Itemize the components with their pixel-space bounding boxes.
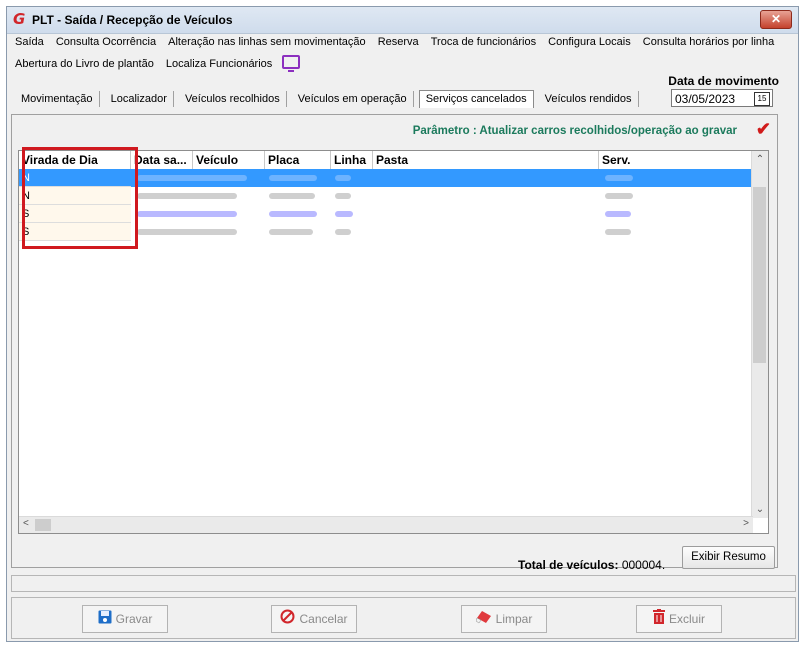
cancelar-button[interactable]: Cancelar [271,605,357,633]
date-field[interactable]: 03/05/2023 15 [671,89,773,107]
blurred-cell [335,229,351,235]
blurred-cell [605,175,633,181]
date-value: 03/05/2023 [675,92,736,106]
blurred-cell [137,229,237,235]
horizontal-scrollbar[interactable]: < > [19,516,753,533]
blurred-cell [335,175,351,181]
floppy-disk-icon [98,607,112,633]
blurred-cell [335,211,353,217]
window-title: PLT - Saída / Recepção de Veículos [32,13,233,27]
menu-consulta-horarios[interactable]: Consulta horários por linha [643,36,774,48]
monitor-icon[interactable] [282,55,301,72]
menu-consulta-ocorrencia[interactable]: Consulta Ocorrência [56,36,156,48]
menu-troca-funcionarios[interactable]: Troca de funcionários [431,36,536,48]
menu-localiza-funcionarios[interactable]: Localiza Funcionários [166,58,272,70]
cancelar-label: Cancelar [299,612,348,626]
scroll-down-icon[interactable]: ⌄ [752,504,768,515]
tab-panel: Parâmetro : Atualizar carros recolhidos/… [11,114,778,572]
limpar-label: Limpar [495,612,533,626]
eraser-icon [475,607,492,633]
highlight-box [22,147,138,249]
tab-veiculos-rendidos[interactable]: Veículos rendidos [539,91,639,107]
blurred-cell [137,175,247,181]
blurred-cell [269,211,317,217]
menu-reserva[interactable]: Reserva [378,36,419,48]
col-serv[interactable]: Serv. [599,151,753,169]
blurred-cell [605,229,631,235]
blurred-cell [137,193,237,199]
calendar-icon[interactable]: 15 [754,92,770,106]
main-window: G PLT - Saída / Recepção de Veículos ✕ S… [6,6,799,642]
scroll-up-icon[interactable]: ⌃ [752,154,768,165]
exibir-resumo-button[interactable]: Exibir Resumo [682,546,775,569]
gravar-label: Gravar [115,612,153,626]
parameter-text: Parâmetro : Atualizar carros recolhidos/… [412,125,737,137]
scroll-left-icon[interactable]: < [23,518,29,529]
tab-veiculos-recolhidos[interactable]: Veículos recolhidos [179,91,287,107]
col-veiculo[interactable]: Veículo [193,151,265,169]
col-data-saida[interactable]: Data sa... [131,151,193,169]
total-value: 000004. [621,558,666,572]
scroll-thumb[interactable] [753,187,766,363]
menu-bar: Saída Consulta Ocorrência Alteração nas … [15,36,792,74]
total-label: Total de veículos: [518,558,619,572]
excluir-label: Excluir [668,612,705,626]
tab-servicos-cancelados[interactable]: Serviços cancelados [418,90,534,108]
blurred-cell [605,193,633,199]
trash-icon [652,607,665,633]
tab-veiculos-em-operacao[interactable]: Veículos em operação [292,91,414,107]
tab-movimentacao[interactable]: Movimentação [15,91,100,107]
menu-alteracao-linhas[interactable]: Alteração nas linhas sem movimentação [168,36,365,48]
blurred-cell [269,229,313,235]
excluir-button[interactable]: Excluir [636,605,722,633]
menu-abertura-livro[interactable]: Abertura do Livro de plantão [15,58,154,70]
action-bar: Gravar Cancelar Limpar Excluir [11,597,796,639]
title-bar: G PLT - Saída / Recepção de Veículos ✕ [7,7,798,34]
col-linha[interactable]: Linha [331,151,373,169]
blurred-cell [335,193,351,199]
blurred-cell [269,175,317,181]
close-button[interactable]: ✕ [760,10,792,29]
limpar-button[interactable]: Limpar [461,605,547,633]
total-veiculos: Total de veículos: 000004. [518,558,665,572]
col-pasta[interactable]: Pasta [373,151,599,169]
tab-strip: Movimentação Localizador Veículos recolh… [15,90,641,110]
menu-configura-locais[interactable]: Configura Locais [548,36,631,48]
menu-saida[interactable]: Saída [15,36,44,48]
checkmark-icon[interactable]: ✔ [756,119,771,140]
gravar-button[interactable]: Gravar [82,605,168,633]
blurred-cell [269,193,315,199]
blurred-cell [605,211,631,217]
app-logo-icon: G [13,10,26,28]
cancel-icon [280,607,295,633]
scroll-right-icon[interactable]: > [743,518,749,529]
col-placa[interactable]: Placa [265,151,331,169]
vertical-scrollbar[interactable]: ⌃ ⌄ [751,151,768,518]
tab-localizador[interactable]: Localizador [105,91,174,107]
date-label: Data de movimento [668,74,779,88]
status-bar [11,575,796,592]
blurred-cell [137,211,237,217]
scroll-thumb-horizontal[interactable] [35,519,51,531]
